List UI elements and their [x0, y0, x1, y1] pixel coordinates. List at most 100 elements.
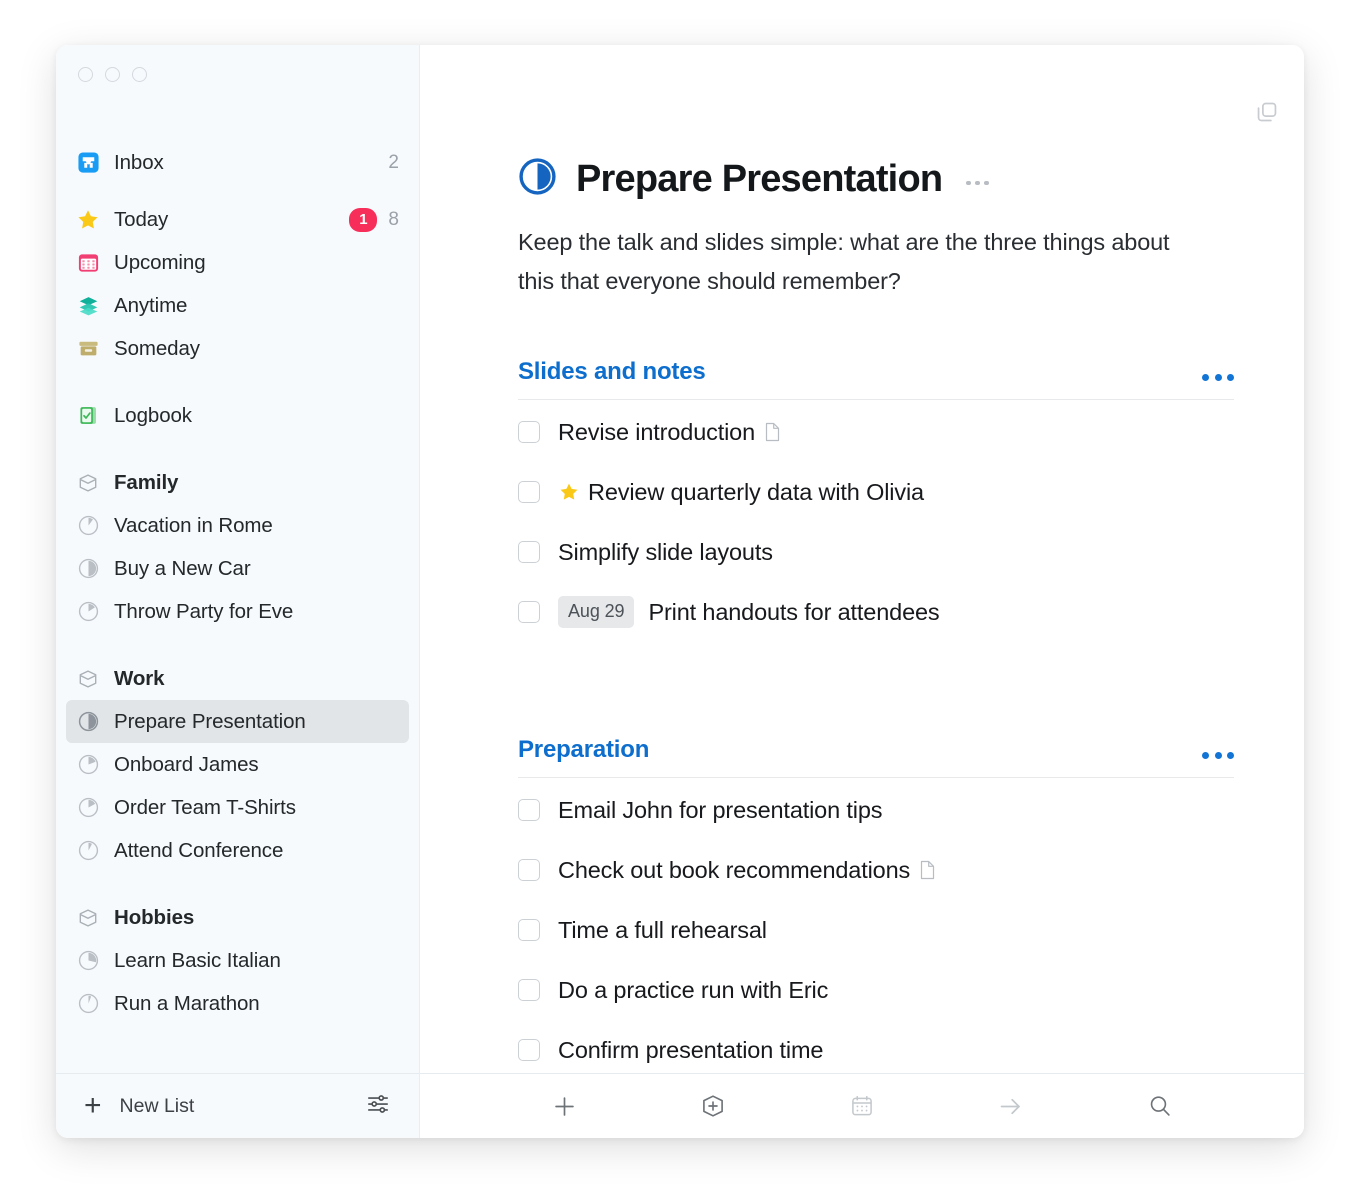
- project-note[interactable]: Keep the talk and slides simple: what ar…: [518, 223, 1190, 300]
- new-list-button[interactable]: New List: [120, 1095, 195, 1118]
- today-count: 8: [388, 208, 399, 230]
- sidebar-item-run-a-marathon[interactable]: Run a Marathon: [66, 982, 409, 1025]
- section-more-icon[interactable]: [1202, 374, 1234, 382]
- todo-item[interactable]: Email John for presentation tips: [518, 782, 1246, 838]
- page-title: Prepare Presentation: [576, 157, 943, 200]
- todo-label: Confirm presentation time: [558, 1036, 824, 1063]
- due-date-chip[interactable]: Aug 29: [558, 596, 635, 629]
- note-document-icon: [919, 860, 936, 880]
- sidebar-item-label: Onboard James: [114, 752, 259, 776]
- section-more-icon[interactable]: [1202, 752, 1234, 760]
- more-options-icon[interactable]: [966, 180, 989, 186]
- star-icon: [558, 481, 580, 503]
- app-window: Inbox 2 Today 1 8 Upcoming Anytime Somed…: [56, 45, 1304, 1138]
- section-title[interactable]: Preparation: [518, 736, 649, 764]
- todo-item[interactable]: Review quarterly data with Olivia: [518, 464, 1246, 520]
- move-button[interactable]: [991, 1086, 1031, 1126]
- todo-checkbox[interactable]: [518, 859, 540, 882]
- section-header-slides-and-notes: Slides and notes: [518, 358, 1234, 401]
- sidebar-item-label: Today: [114, 207, 169, 231]
- todo-item[interactable]: Check out book recommendations: [518, 842, 1246, 898]
- sidebar-item-upcoming[interactable]: Upcoming: [66, 241, 409, 284]
- progress-pie-icon: [76, 949, 100, 973]
- sidebar-item-label: Attend Conference: [114, 838, 284, 862]
- sidebar-item-vacation-in-rome[interactable]: Vacation in Rome: [66, 504, 409, 547]
- sidebar-area-label: Hobbies: [114, 905, 195, 929]
- section-title[interactable]: Slides and notes: [518, 358, 706, 386]
- progress-pie-icon: [76, 710, 100, 734]
- sidebar-area-family[interactable]: Family: [66, 461, 409, 504]
- sidebar-item-today[interactable]: Today 1 8: [66, 198, 409, 241]
- progress-pie-icon-blue[interactable]: [518, 157, 557, 201]
- area-icon: [76, 667, 100, 691]
- todo-label: Review quarterly data with Olivia: [588, 478, 924, 505]
- sidebar-item-logbook[interactable]: Logbook: [66, 394, 409, 437]
- todo-label: Time a full rehearsal: [558, 916, 767, 943]
- sidebar-item-buy-a-new-car[interactable]: Buy a New Car: [66, 547, 409, 590]
- sidebar-item-throw-party-for-eve[interactable]: Throw Party for Eve: [66, 590, 409, 633]
- progress-pie-icon: [76, 839, 100, 863]
- todo-item[interactable]: Confirm presentation time: [518, 1022, 1246, 1073]
- plus-icon[interactable]: +: [84, 1091, 102, 1121]
- sidebar-area-hobbies[interactable]: Hobbies: [66, 896, 409, 939]
- todo-checkbox[interactable]: [518, 919, 540, 942]
- new-todo-button[interactable]: [544, 1086, 584, 1126]
- todo-item[interactable]: Aug 29 Print handouts for attendees: [518, 584, 1246, 640]
- sidebar-area-label: Family: [114, 470, 179, 494]
- sidebar-item-label: Run a Marathon: [114, 991, 260, 1015]
- progress-pie-icon: [76, 992, 100, 1016]
- progress-pie-icon: [76, 753, 100, 777]
- sidebar-item-attend-conference[interactable]: Attend Conference: [66, 829, 409, 872]
- sidebar-item-inbox[interactable]: Inbox 2: [66, 141, 409, 184]
- sidebar-item-label: Inbox: [114, 150, 164, 174]
- todo-checkbox[interactable]: [518, 481, 540, 504]
- sidebar-item-onboard-james[interactable]: Onboard James: [66, 743, 409, 786]
- close-button[interactable]: [78, 67, 93, 82]
- todo-checkbox[interactable]: [518, 541, 540, 564]
- sidebar-item-prepare-presentation[interactable]: Prepare Presentation: [66, 700, 409, 743]
- todo-item[interactable]: Simplify slide layouts: [518, 524, 1246, 580]
- sidebar-item-label: Logbook: [114, 403, 192, 427]
- sidebar-item-label: Learn Basic Italian: [114, 948, 281, 972]
- star-icon: [76, 208, 100, 232]
- search-button[interactable]: [1140, 1086, 1180, 1126]
- todo-checkbox[interactable]: [518, 979, 540, 1002]
- todo-label: Revise introduction: [558, 418, 756, 445]
- sliders-icon[interactable]: [365, 1091, 391, 1122]
- project-content[interactable]: Prepare Presentation Keep the talk and s…: [420, 45, 1304, 1073]
- todo-checkbox[interactable]: [518, 799, 540, 822]
- progress-pie-icon: [76, 514, 100, 538]
- todo-label: Print handouts for attendees: [648, 598, 940, 625]
- todo-label: Check out book recommendations: [558, 856, 911, 883]
- todo-checkbox[interactable]: [518, 1039, 540, 1062]
- progress-pie-icon: [76, 600, 100, 624]
- main-toolbar: [420, 1073, 1304, 1138]
- sidebar-area-label: Work: [114, 666, 165, 690]
- todo-checkbox[interactable]: [518, 601, 540, 624]
- section-header-preparation: Preparation: [518, 736, 1234, 779]
- main-panel: Prepare Presentation Keep the talk and s…: [420, 45, 1304, 1138]
- todo-label: Simplify slide layouts: [558, 538, 773, 565]
- sidebar-item-order-team-t-shirts[interactable]: Order Team T-Shirts: [66, 786, 409, 829]
- sidebar-list[interactable]: Inbox 2 Today 1 8 Upcoming Anytime Somed…: [56, 101, 419, 1073]
- zoom-button[interactable]: [132, 67, 147, 82]
- minimize-button[interactable]: [105, 67, 120, 82]
- sidebar-area-work[interactable]: Work: [66, 657, 409, 700]
- sidebar-item-label: Vacation in Rome: [114, 513, 273, 537]
- sidebar-item-meta: 1 8: [349, 207, 399, 232]
- todo-checkbox[interactable]: [518, 421, 540, 444]
- sidebar-item-someday[interactable]: Someday: [66, 327, 409, 370]
- sidebar-item-meta: 2: [388, 152, 399, 174]
- sidebar-item-learn-basic-italian[interactable]: Learn Basic Italian: [66, 939, 409, 982]
- sidebar-item-label: Upcoming: [114, 250, 206, 274]
- inbox-tray-icon: [76, 151, 100, 175]
- calendar-icon: [76, 251, 100, 275]
- window-traffic-lights: [56, 45, 419, 101]
- when-button[interactable]: [842, 1086, 882, 1126]
- new-project-button[interactable]: [693, 1086, 733, 1126]
- todo-item[interactable]: Revise introduction: [518, 404, 1246, 460]
- area-icon: [76, 906, 100, 930]
- todo-item[interactable]: Do a practice run with Eric: [518, 962, 1246, 1018]
- todo-item[interactable]: Time a full rehearsal: [518, 902, 1246, 958]
- sidebar-item-anytime[interactable]: Anytime: [66, 284, 409, 327]
